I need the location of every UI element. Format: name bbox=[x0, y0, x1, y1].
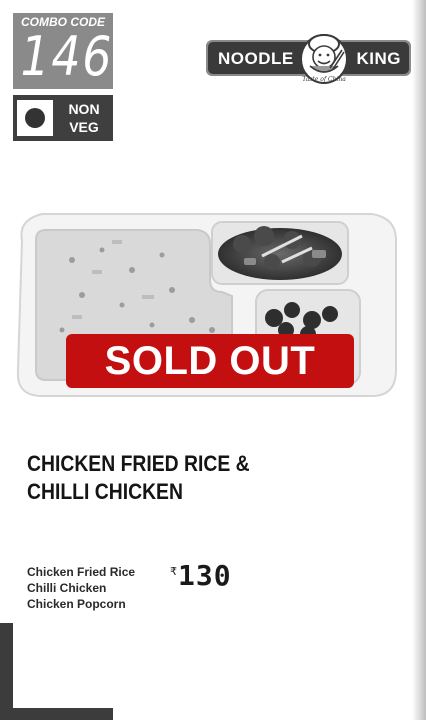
product-title-line2: CHILLI CHICKEN bbox=[27, 479, 183, 504]
combo-code-badge: COMBO CODE 146 bbox=[13, 13, 113, 89]
non-veg-label-line1: NON bbox=[68, 101, 100, 117]
non-veg-dot-icon bbox=[25, 108, 45, 128]
non-veg-symbol bbox=[17, 100, 53, 136]
chef-mascot-icon: Taste of China bbox=[300, 34, 348, 84]
list-item: Chicken Popcorn bbox=[27, 597, 126, 611]
logo-word-right: KING bbox=[356, 49, 401, 68]
non-veg-label: NON VEG bbox=[59, 100, 109, 136]
svg-text:Taste of China: Taste of China bbox=[302, 76, 346, 83]
combo-code-number: 146 bbox=[20, 25, 114, 88]
list-item: Chilli Chicken bbox=[27, 581, 107, 595]
price-amount: 130 bbox=[178, 559, 232, 592]
rupee-icon: ₹ bbox=[170, 565, 177, 578]
non-veg-badge: NON VEG bbox=[13, 95, 113, 141]
product-title-line1: CHICKEN FRIED RICE & bbox=[27, 451, 250, 476]
corner-bar-bottom bbox=[0, 708, 113, 720]
non-veg-label-line2: VEG bbox=[69, 119, 99, 135]
list-item: Chicken Fried Rice bbox=[27, 565, 136, 579]
right-edge-shadow bbox=[412, 0, 426, 720]
product-title: CHICKEN FRIED RICE & CHILLI CHICKEN bbox=[27, 450, 291, 506]
sold-out-banner: SOLD OUT bbox=[66, 334, 354, 388]
combo-items-list: Chicken Fried Rice Chilli Chicken Chicke… bbox=[27, 564, 167, 612]
logo-word-left: NOODLE bbox=[218, 49, 294, 68]
corner-bar-left bbox=[0, 623, 13, 720]
